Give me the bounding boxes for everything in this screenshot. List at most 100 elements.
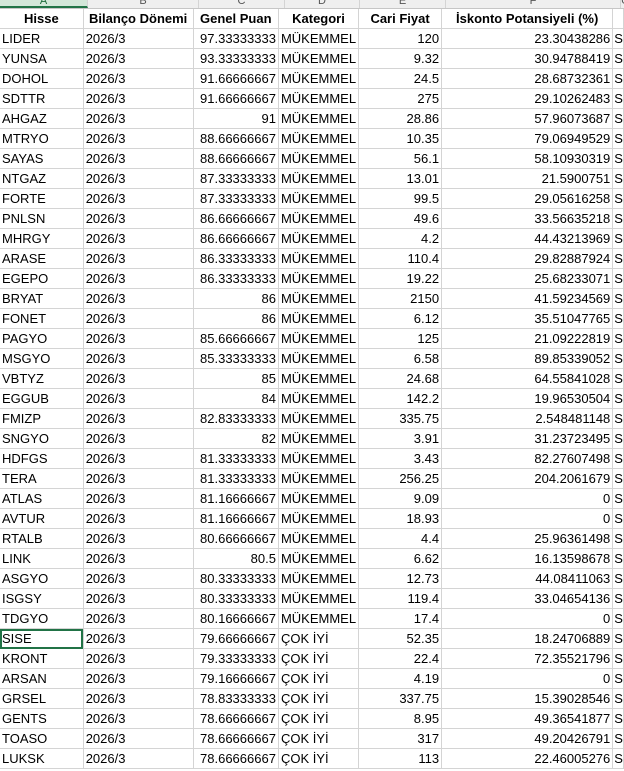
table-cell[interactable]: BRYAT	[0, 288, 84, 309]
table-cell[interactable]: VBTYZ	[0, 368, 84, 389]
table-cell[interactable]: 81.16666667	[193, 508, 279, 529]
table-cell[interactable]: 29.05616258	[441, 188, 614, 209]
table-cell[interactable]: 18.93	[358, 508, 443, 529]
table-cell[interactable]: ISGSY	[0, 588, 84, 609]
table-cell[interactable]: 25.68233071	[441, 268, 614, 289]
table-cell[interactable]: 2026/3	[83, 128, 194, 149]
table-cell[interactable]: 64.55841028	[441, 368, 614, 389]
table-cell[interactable]: 119.4	[358, 588, 443, 609]
table-cell[interactable]: ASGYO	[0, 568, 84, 589]
table-cell[interactable]: 35.51047765	[441, 308, 614, 329]
table-cell[interactable]: S	[612, 68, 624, 89]
table-cell[interactable]: S	[612, 388, 624, 409]
table-cell[interactable]: S	[612, 88, 624, 109]
table-cell[interactable]: 2026/3	[83, 28, 194, 49]
table-cell[interactable]: LUKSK	[0, 748, 84, 769]
table-cell[interactable]: MÜKEMMEL	[278, 588, 360, 609]
table-cell[interactable]: MÜKEMMEL	[278, 388, 360, 409]
table-cell[interactable]: TOASO	[0, 728, 84, 749]
table-cell[interactable]: MÜKEMMEL	[278, 528, 360, 549]
table-cell[interactable]: EGEPO	[0, 268, 84, 289]
table-cell[interactable]: KRONT	[0, 648, 84, 669]
column-header-1[interactable]: A	[0, 0, 88, 8]
table-cell[interactable]: 41.59234569	[441, 288, 614, 309]
column-header-3[interactable]: C	[199, 0, 285, 8]
table-cell[interactable]: 2026/3	[83, 688, 194, 709]
table-cell[interactable]: S	[612, 468, 624, 489]
table-cell[interactable]: 2026/3	[83, 528, 194, 549]
table-cell[interactable]: 29.10262483	[441, 88, 614, 109]
table-cell[interactable]: 18.24706889	[441, 628, 614, 649]
table-cell[interactable]: SAYAS	[0, 148, 84, 169]
table-cell[interactable]: 82.83333333	[193, 408, 279, 429]
table-cell[interactable]: 86.33333333	[193, 248, 279, 269]
table-cell[interactable]: 85	[193, 368, 279, 389]
table-cell[interactable]: MSGYO	[0, 348, 84, 369]
table-cell[interactable]: ÇOK İYİ	[278, 668, 360, 689]
table-cell[interactable]: MÜKEMMEL	[278, 48, 360, 69]
table-cell[interactable]: MÜKEMMEL	[278, 248, 360, 269]
table-cell[interactable]: 86	[193, 308, 279, 329]
table-cell[interactable]: ÇOK İYİ	[278, 628, 360, 649]
table-cell[interactable]: ÇOK İYİ	[278, 748, 360, 769]
table-cell[interactable]: MHRGY	[0, 228, 84, 249]
table-cell[interactable]: MÜKEMMEL	[278, 288, 360, 309]
table-cell[interactable]: 2150	[358, 288, 443, 309]
table-cell[interactable]: MÜKEMMEL	[278, 348, 360, 369]
table-cell[interactable]: 49.6	[358, 208, 443, 229]
table-cell[interactable]: 58.10930319	[441, 148, 614, 169]
table-cell[interactable]: MTRYO	[0, 128, 84, 149]
table-cell[interactable]: 81.33333333	[193, 468, 279, 489]
table-cell[interactable]: S	[612, 128, 624, 149]
column-header-4[interactable]: D	[285, 0, 360, 8]
table-cell[interactable]: S	[612, 448, 624, 469]
table-cell[interactable]: S	[612, 208, 624, 229]
table-cell[interactable]: 256.25	[358, 468, 443, 489]
header-cell[interactable]: Hisse	[0, 9, 84, 29]
table-cell[interactable]: S	[612, 288, 624, 309]
table-cell[interactable]: 2026/3	[83, 468, 194, 489]
table-cell[interactable]: NTGAZ	[0, 168, 84, 189]
table-cell[interactable]: MÜKEMMEL	[278, 328, 360, 349]
table-cell[interactable]: ARSAN	[0, 668, 84, 689]
table-cell[interactable]: 6.62	[358, 548, 443, 569]
table-cell[interactable]: 3.91	[358, 428, 443, 449]
table-cell[interactable]: 86.66666667	[193, 208, 279, 229]
table-cell[interactable]: MÜKEMMEL	[278, 488, 360, 509]
table-cell[interactable]: 2026/3	[83, 708, 194, 729]
table-cell[interactable]: 79.66666667	[193, 628, 279, 649]
table-cell[interactable]: S	[612, 628, 624, 649]
table-cell[interactable]: 9.32	[358, 48, 443, 69]
table-cell[interactable]: 335.75	[358, 408, 443, 429]
table-cell[interactable]: 0	[441, 508, 614, 529]
table-cell[interactable]: 2026/3	[83, 68, 194, 89]
table-cell[interactable]: SISE	[0, 628, 84, 649]
table-cell[interactable]: 85.33333333	[193, 348, 279, 369]
table-cell[interactable]: 85.66666667	[193, 328, 279, 349]
table-cell[interactable]: MÜKEMMEL	[278, 468, 360, 489]
table-cell[interactable]: 2026/3	[83, 368, 194, 389]
table-cell[interactable]: 97.33333333	[193, 28, 279, 49]
header-cell[interactable]: Bilanço Dönemi	[83, 9, 194, 29]
table-cell[interactable]: 2026/3	[83, 248, 194, 269]
table-cell[interactable]: 2026/3	[83, 388, 194, 409]
table-cell[interactable]: 82	[193, 428, 279, 449]
table-cell[interactable]: FONET	[0, 308, 84, 329]
table-cell[interactable]: 28.68732361	[441, 68, 614, 89]
table-cell[interactable]: 2026/3	[83, 348, 194, 369]
table-cell[interactable]: S	[612, 688, 624, 709]
table-cell[interactable]: S	[612, 28, 624, 49]
table-cell[interactable]: MÜKEMMEL	[278, 128, 360, 149]
table-cell[interactable]: S	[612, 528, 624, 549]
table-cell[interactable]: S	[612, 668, 624, 689]
table-cell[interactable]: 23.30438286	[441, 28, 614, 49]
table-cell[interactable]: 2026/3	[83, 268, 194, 289]
table-cell[interactable]: 2026/3	[83, 568, 194, 589]
table-cell[interactable]: 22.4	[358, 648, 443, 669]
table-cell[interactable]: 19.96530504	[441, 388, 614, 409]
table-cell[interactable]: 2026/3	[83, 728, 194, 749]
table-cell[interactable]: 87.33333333	[193, 168, 279, 189]
table-cell[interactable]: 79.16666667	[193, 668, 279, 689]
table-cell[interactable]: 2026/3	[83, 508, 194, 529]
table-cell[interactable]: S	[612, 188, 624, 209]
